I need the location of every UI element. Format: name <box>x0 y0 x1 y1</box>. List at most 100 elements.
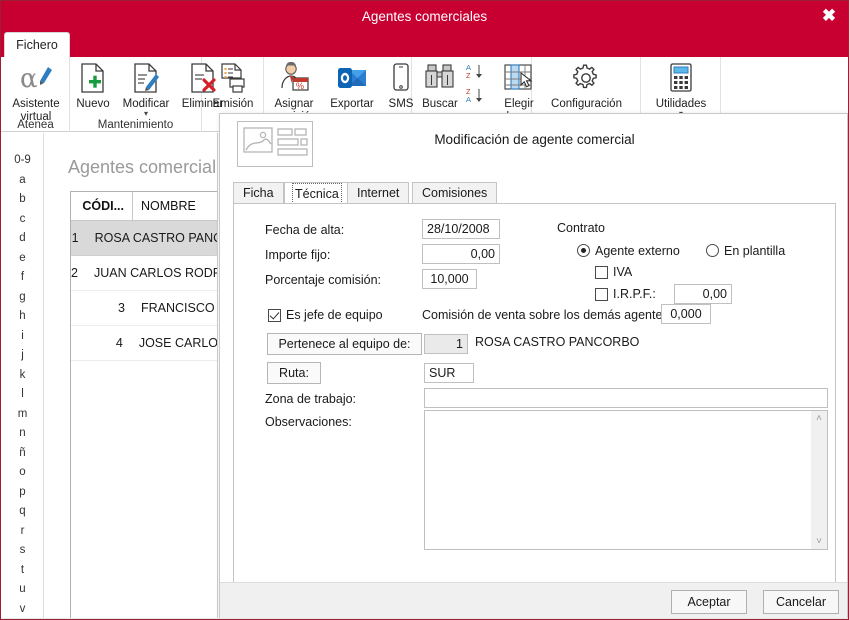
alphabet-item-f[interactable]: f <box>2 268 43 288</box>
dialog-tabs: Ficha Técnica Internet Comisiones <box>233 182 836 206</box>
alphabet-item-q[interactable]: q <box>2 502 43 522</box>
label-iva: IVA <box>613 265 633 279</box>
alphabet-item-t[interactable]: t <box>2 561 43 581</box>
textarea-observaciones[interactable] <box>425 411 811 549</box>
ribbon-group-atenea: α Asistente virtual Atenea <box>2 57 70 132</box>
table-row[interactable]: 4 JOSE CARLOS RUIZ <box>71 326 224 361</box>
cell-nombre: FRANCISCO JOSE <box>141 301 224 315</box>
window-title: Agentes comerciales <box>361 9 488 24</box>
checkbox-irpf[interactable] <box>595 288 608 301</box>
alphabet-item-s[interactable]: s <box>2 541 43 561</box>
input-importe-fijo[interactable]: 0,00 <box>422 244 500 264</box>
label-zona-trabajo: Zona de trabajo: <box>265 392 357 406</box>
svg-text:A: A <box>466 95 471 103</box>
alphabet-item-o[interactable]: o <box>2 463 43 483</box>
alphabet-item-v[interactable]: v <box>2 600 43 620</box>
cell-codigo: 4 <box>115 336 123 350</box>
column-header-nombre[interactable]: NOMBRE <box>133 199 196 213</box>
column-header-codigo[interactable]: CÓDI... <box>71 192 133 220</box>
scroll-up-icon[interactable]: ˄ <box>811 413 827 424</box>
cancel-button[interactable]: Cancelar <box>763 590 839 614</box>
button-pertenece-al-equipo-de[interactable]: Pertenece al equipo de: <box>267 333 422 355</box>
alphabet-item-ñ[interactable]: ñ <box>2 444 43 464</box>
input-irpf[interactable]: 0,00 <box>674 284 732 304</box>
alphabet-item-n[interactable]: n <box>2 424 43 444</box>
binoculars-icon <box>412 59 468 97</box>
label-irpf: I.R.P.F.: <box>613 287 656 301</box>
table-row[interactable]: 1 ROSA CASTRO PANCORBO <box>71 221 224 256</box>
radio-en-plantilla[interactable] <box>706 244 719 257</box>
input-fecha-alta[interactable]: 28/10/2008 <box>422 219 500 239</box>
close-icon[interactable]: ✖ <box>816 4 842 28</box>
tab-internet[interactable]: Internet <box>347 182 410 204</box>
alphabet-item-d[interactable]: d <box>2 229 43 249</box>
sort-za-icon: Z A <box>465 87 491 103</box>
chevron-down-icon[interactable]: ▾ <box>116 110 176 118</box>
ribbon-button-emision[interactable]: Emisión <box>202 59 264 111</box>
alphabet-item-r[interactable]: r <box>2 522 43 542</box>
label-porcentaje-comision: Porcentaje comisión: <box>265 273 382 287</box>
label-observaciones: Observaciones: <box>265 415 352 429</box>
tab-fichero[interactable]: Fichero <box>4 32 70 57</box>
scroll-down-icon[interactable]: ˅ <box>811 536 827 547</box>
sort-az-icon: A Z <box>465 63 491 79</box>
alphabet-item-m[interactable]: m <box>2 405 43 425</box>
ribbon-button-buscar[interactable]: Buscar <box>412 59 468 111</box>
alphabet-item-g[interactable]: g <box>2 288 43 308</box>
grid-header-row: CÓDI... NOMBRE <box>71 192 224 221</box>
checkbox-iva[interactable] <box>595 266 608 279</box>
alphabet-item-i[interactable]: i <box>2 327 43 347</box>
checkbox-es-jefe-equipo[interactable] <box>268 309 281 322</box>
alphabet-item-e[interactable]: e <box>2 249 43 269</box>
ribbon-button-nuevo[interactable]: Nuevo <box>70 59 116 111</box>
ribbon-tab-strip: Fichero <box>1 32 848 57</box>
tab-comisiones[interactable]: Comisiones <box>412 182 498 204</box>
alphabet-item-h[interactable]: h <box>2 307 43 327</box>
alphabet-item-p[interactable]: p <box>2 483 43 503</box>
table-row[interactable]: 3 FRANCISCO JOSE <box>71 291 224 326</box>
table-row[interactable]: 2 JUAN CARLOS RODRIGUEZ <box>71 256 224 291</box>
tab-ficha[interactable]: Ficha <box>233 182 284 204</box>
input-porcentaje-comision[interactable]: 10,000 <box>422 269 477 289</box>
ribbon-button-sort-az[interactable]: A Z <box>465 63 491 79</box>
ribbon-button-exportar[interactable]: Exportar <box>324 59 380 111</box>
ribbon-group-label-mantenimiento: Mantenimiento <box>97 119 174 131</box>
input-pertenece-equipo-codigo[interactable]: 1 <box>424 334 468 354</box>
assign-commission-icon: % <box>264 59 324 97</box>
ribbon-button-sort-za[interactable]: Z A <box>465 87 491 103</box>
ribbon-button-configuracion[interactable]: Configuración <box>532 59 641 111</box>
alphabet-item-u[interactable]: u <box>2 580 43 600</box>
text-pertenece-equipo-nombre: ROSA CASTRO PANCORBO <box>475 335 640 349</box>
input-comision-demas-agentes[interactable]: 0,000 <box>661 304 711 324</box>
dialog-title: Modificación de agente comercial <box>434 132 635 147</box>
alphabet-item-digits[interactable]: 0-9 <box>2 151 43 171</box>
alphabet-index-rail: 0-9abcdefghijklmnñopqrstuvwxyz <box>2 133 44 620</box>
alphabet-item-c[interactable]: c <box>2 210 43 230</box>
input-ruta[interactable]: SUR <box>424 363 474 383</box>
accept-button[interactable]: Aceptar <box>671 590 747 614</box>
alphabet-item-k[interactable]: k <box>2 366 43 386</box>
cell-codigo: 2 <box>71 266 78 280</box>
ribbon-group-label-atenea: Atenea <box>17 119 54 131</box>
alphabet-item-j[interactable]: j <box>2 346 43 366</box>
alphabet-item-a[interactable]: a <box>2 171 43 191</box>
ribbon-group-mantenimiento: Nuevo Modificar ▾ Eliminar Mantenimiento <box>70 57 223 132</box>
outlook-export-icon <box>324 59 380 97</box>
alphabet-item-b[interactable]: b <box>2 190 43 210</box>
ribbon-button-modificar[interactable]: Modificar ▾ <box>116 59 176 118</box>
svg-text:%: % <box>296 81 304 91</box>
cell-codigo: 1 <box>71 231 79 245</box>
new-document-icon <box>70 59 116 97</box>
ribbon-button-label: Configuración <box>551 98 622 110</box>
input-zona-trabajo[interactable] <box>424 388 828 408</box>
textarea-scrollbar[interactable]: ˄ ˅ <box>811 411 827 549</box>
ribbon-button-asistente-virtual[interactable]: α Asistente virtual <box>2 59 70 124</box>
button-ruta[interactable]: Ruta: <box>267 362 321 384</box>
alphabet-item-l[interactable]: l <box>2 385 43 405</box>
cell-nombre: JUAN CARLOS RODRIGUEZ <box>93 266 224 280</box>
radio-agente-externo[interactable] <box>577 244 590 257</box>
agents-grid: CÓDI... NOMBRE 1 ROSA CASTRO PANCORBO 2 JUA… <box>70 191 224 619</box>
textarea-observaciones-wrapper: ˄ ˅ <box>424 410 828 550</box>
tab-tecnica[interactable]: Técnica <box>284 182 350 206</box>
ribbon-button-utilidades[interactable]: Utilidades ▾ <box>641 59 721 118</box>
